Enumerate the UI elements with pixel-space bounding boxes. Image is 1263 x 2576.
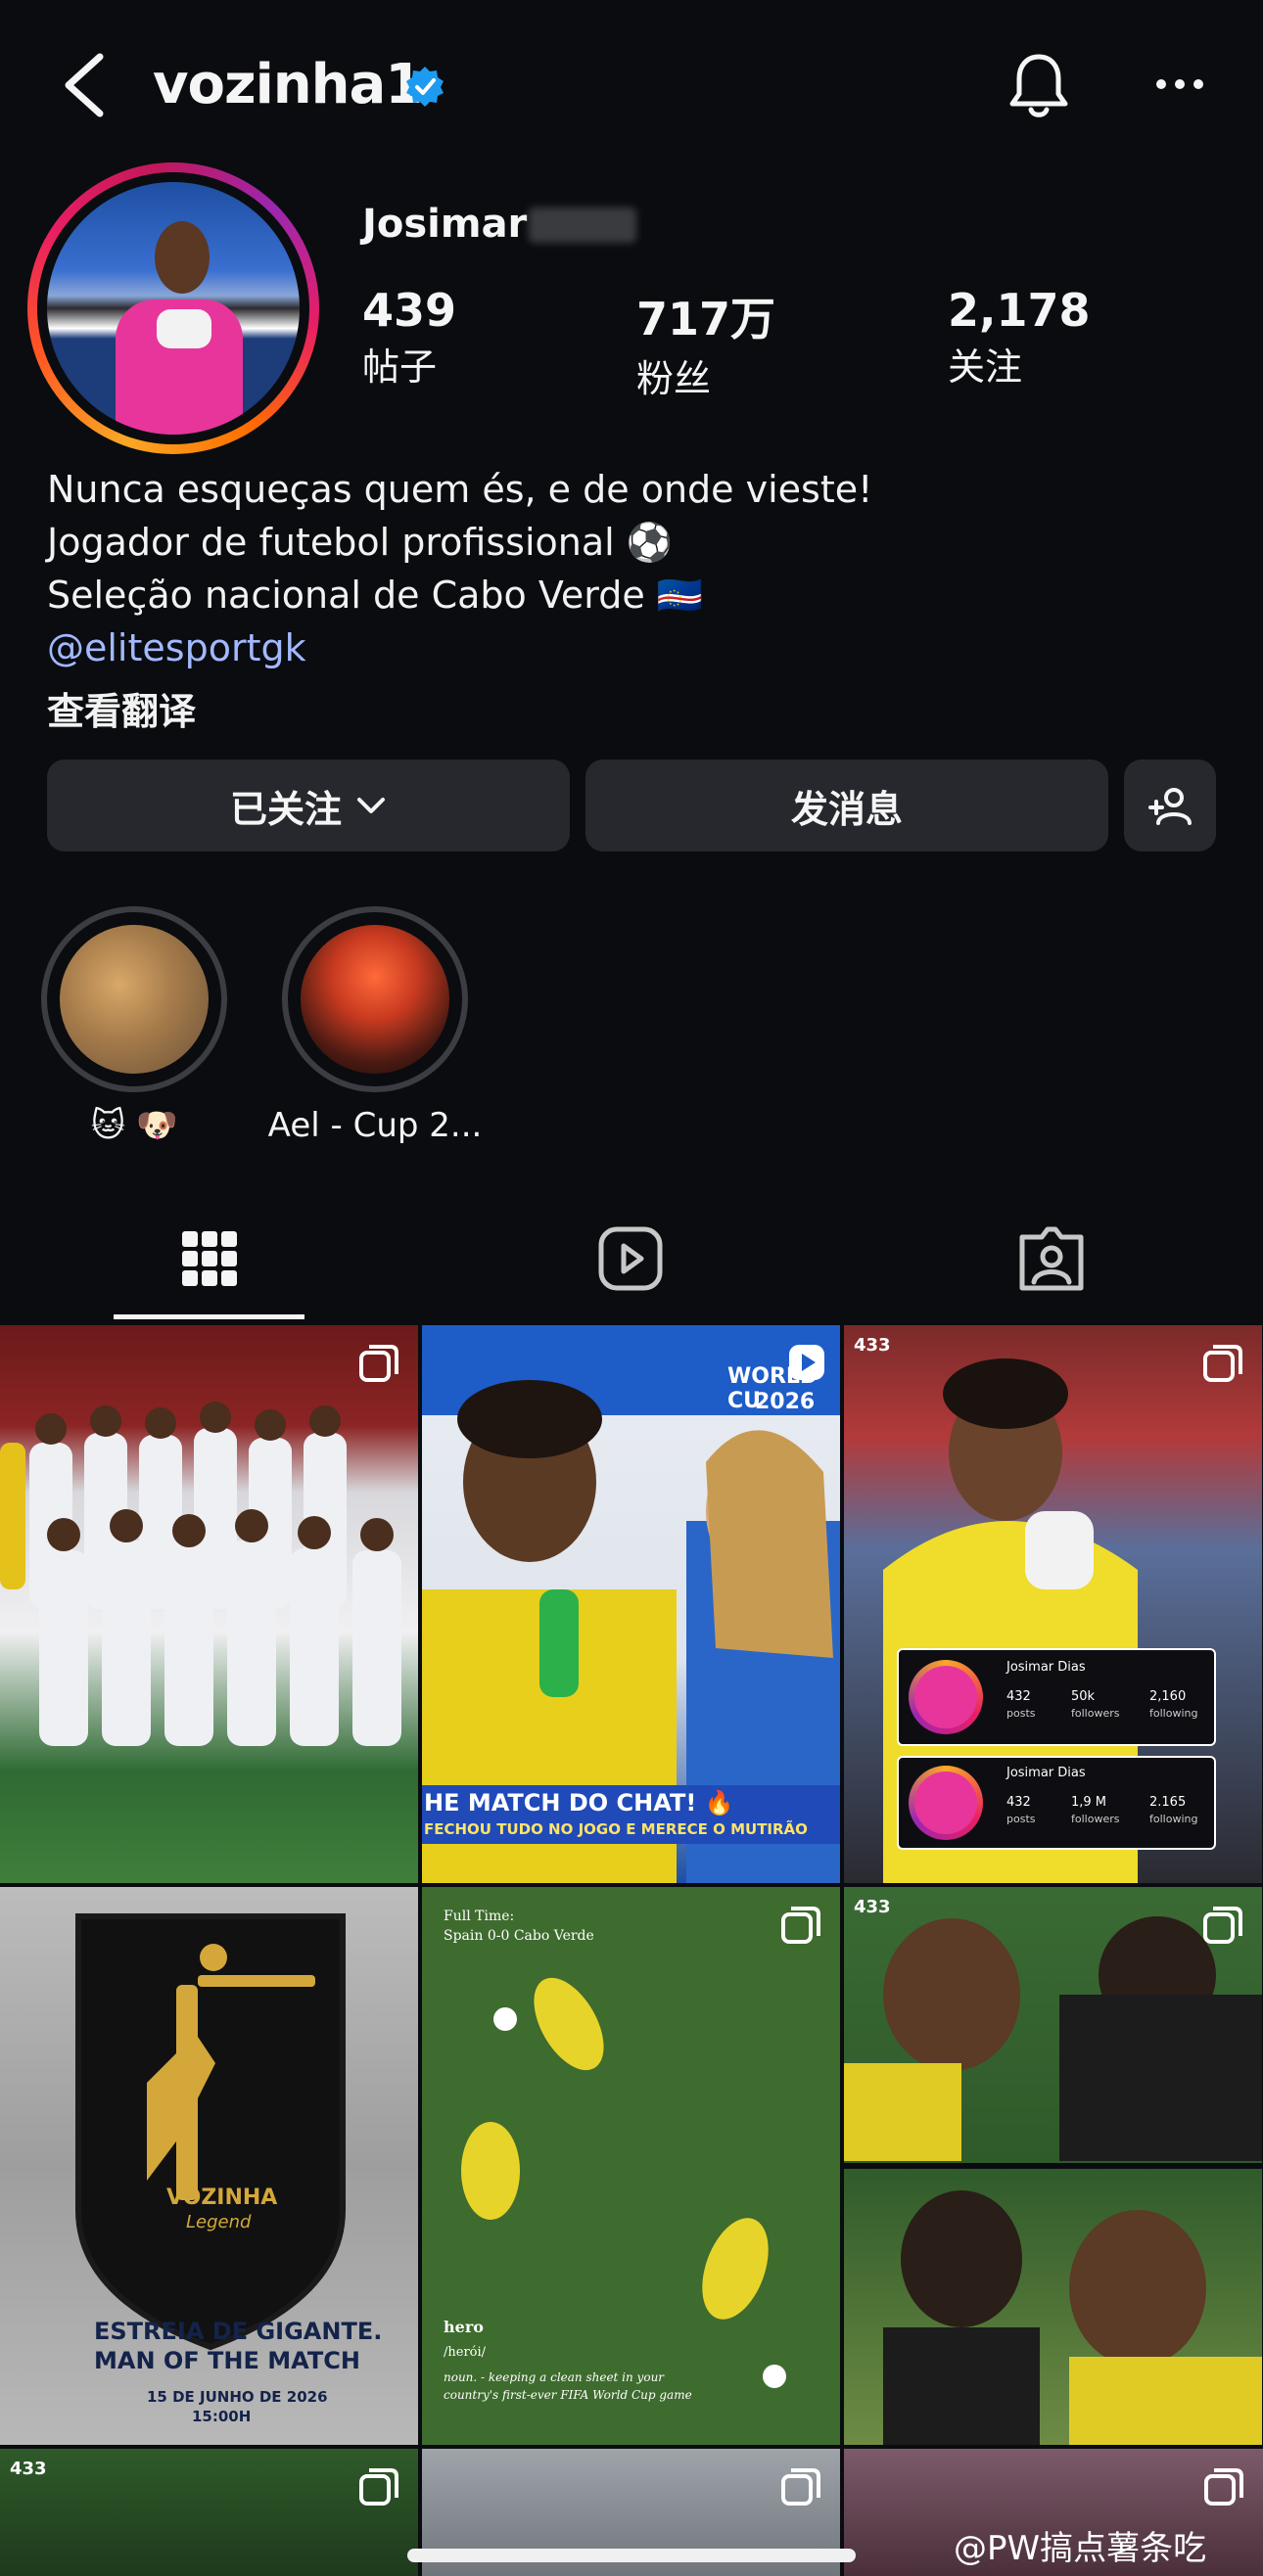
- post-interview[interactable]: WORLD CU 2026 HE MATCH DO CHAT! 🔥 FECHOU…: [422, 1325, 840, 1883]
- verified-badge-icon: [406, 67, 444, 107]
- multiple-photos-icon: [781, 2468, 820, 2506]
- reel-icon: [789, 1345, 824, 1380]
- multiple-photos-icon: [359, 2468, 398, 2506]
- multiple-photos-icon: [359, 1345, 398, 1382]
- bio-link[interactable]: @elitesportgk: [47, 626, 306, 669]
- home-indicator[interactable]: [407, 2549, 856, 2562]
- multiple-photos-icon: [781, 1907, 820, 1944]
- post-legend-poster[interactable]: VOZINHA Legend ESTREIA DE GIGANTE. MAN O…: [0, 1887, 418, 2445]
- following-button[interactable]: 已关注: [47, 759, 570, 851]
- bio-line: Nunca esqueças quem és, e de onde vieste…: [47, 468, 873, 511]
- profile-username: vozinha1: [153, 53, 423, 116]
- more-options-icon[interactable]: [1155, 76, 1204, 92]
- post-team-photo[interactable]: [0, 1325, 418, 1883]
- highlight-image: [301, 925, 449, 1074]
- multiple-photos-icon: [1203, 1907, 1242, 1944]
- multiple-photos-icon: [1203, 1345, 1242, 1382]
- highlight-pets[interactable]: [41, 906, 227, 1092]
- profile-avatar[interactable]: [47, 182, 300, 435]
- post-goalkeeper-cards[interactable]: 433 Josimar Dias 432 posts 50k followers…: [844, 1325, 1262, 1883]
- chevron-down-icon: [357, 798, 385, 813]
- highlight-label: Ael - Cup 2...: [267, 1106, 483, 1145]
- active-tab-indicator: [114, 1314, 304, 1319]
- grid-tab-icon[interactable]: [170, 1219, 249, 1298]
- message-button[interactable]: 发消息: [585, 759, 1108, 851]
- see-translation-link[interactable]: 查看翻译: [47, 681, 196, 735]
- watermark: @PW搞点薯条吃: [954, 2529, 1207, 2568]
- add-person-icon: [1148, 788, 1192, 825]
- suggest-user-button[interactable]: [1124, 759, 1216, 851]
- bio-line: Jogador de futebol profissional ⚽: [47, 521, 674, 564]
- reels-tab-icon[interactable]: [591, 1219, 670, 1298]
- highlight-label: 🐱 🐶: [90, 1106, 178, 1145]
- multiple-photos-icon: [1204, 2468, 1243, 2506]
- highlight-cup[interactable]: [282, 906, 468, 1092]
- highlight-image: [60, 925, 209, 1074]
- profile-full-name: Josimar: [362, 202, 528, 247]
- stat-following[interactable]: 2,178 关注: [948, 284, 1091, 391]
- profile-card: Josimar Dias 432 posts 1,9 M followers 2…: [897, 1756, 1216, 1850]
- stat-posts[interactable]: 439 帖子: [362, 284, 456, 391]
- back-arrow-icon[interactable]: [57, 51, 116, 119]
- stat-followers[interactable]: 717万 粉丝: [636, 284, 775, 402]
- profile-card: Josimar Dias 432 posts 50k followers 2,1…: [897, 1648, 1216, 1746]
- post-emotional-hug[interactable]: 433: [844, 1887, 1262, 2445]
- post-hero-saves[interactable]: Full Time: Spain 0-0 Cabo Verde hero /he…: [422, 1887, 840, 2445]
- tagged-tab-icon[interactable]: [1012, 1219, 1091, 1298]
- notification-bell-icon[interactable]: [1006, 51, 1071, 121]
- bio-line: Seleção nacional de Cabo Verde 🇨🇻: [47, 574, 704, 617]
- post-partial[interactable]: 433: [0, 2449, 418, 2576]
